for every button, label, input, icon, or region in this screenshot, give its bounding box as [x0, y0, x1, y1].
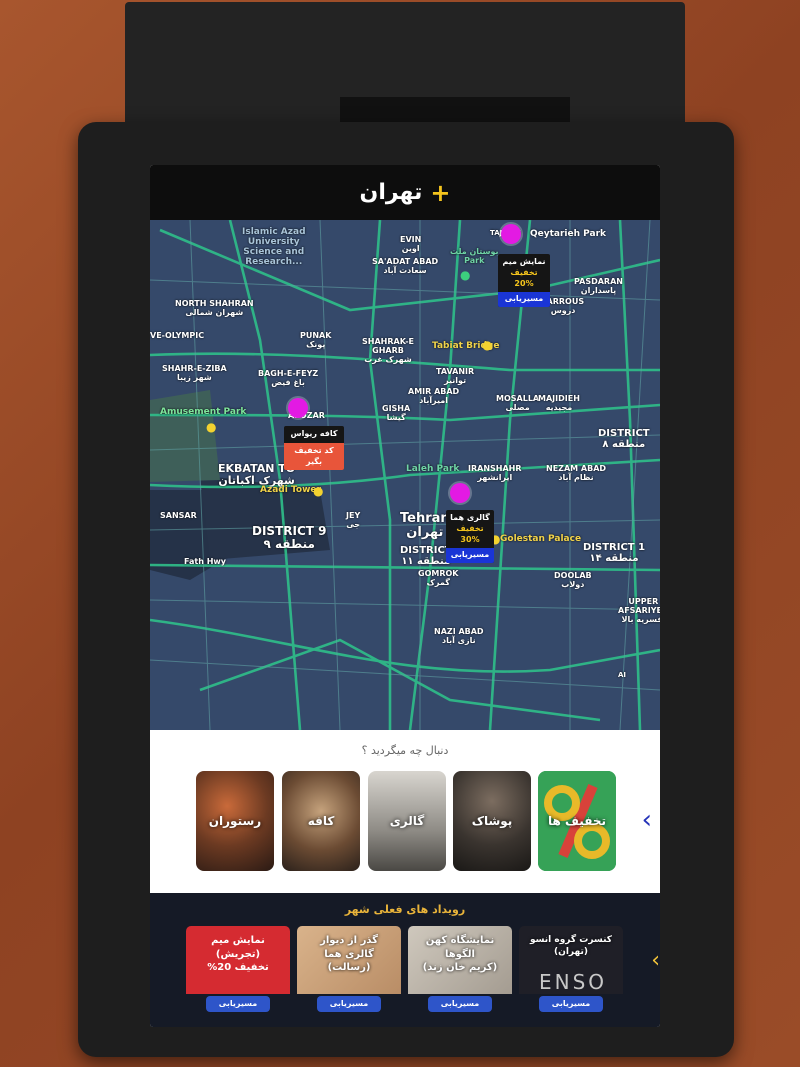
category-label: گالری — [389, 814, 425, 828]
event-title: نمایشگاه کهن الگوها (کریم خان زند) — [422, 935, 498, 973]
poi-title: نمایش میم — [502, 257, 546, 266]
poi-card-cafe-rivas[interactable]: کافه ریواس کد تخفیف بگیر — [284, 426, 344, 471]
event-title: گذر از دیوار گالری هما (رسالت) — [320, 935, 378, 973]
event-title: کنسرت گروه انسو (تهران) — [530, 935, 612, 958]
event-route-button[interactable]: مسیریابی — [317, 996, 381, 1012]
event-title: نمایش میم (تجریش) تخفیف 20% — [207, 935, 269, 973]
poi-card-gallery-homa[interactable]: گالری هما تخفیف 30% مسیریابی — [446, 510, 494, 564]
event-card[interactable]: نمایش میم (تجریش) تخفیف 20% مسیریابی — [186, 926, 290, 1014]
search-prompt: دنبال چه میگردید ؟ — [361, 744, 449, 757]
park-marker-icon[interactable]: ● — [460, 268, 470, 282]
category-restaurant[interactable]: رستوران — [196, 771, 274, 871]
event-card[interactable]: کنسرت گروه انسو (تهران) ENSO مسیریابی — [519, 926, 623, 1014]
city-map[interactable]: EVINاوین SA'ADAT ABADسعادت آباد TAJRISH … — [150, 220, 660, 730]
category-gallery[interactable]: گالری — [368, 771, 446, 871]
category-label: رستوران — [208, 814, 262, 828]
plus-icon[interactable]: + — [430, 179, 450, 207]
event-route-button[interactable]: مسیریابی — [428, 996, 492, 1012]
amusement-marker-icon[interactable]: ● — [206, 420, 216, 434]
chevron-left-icon[interactable]: ‹ — [642, 805, 652, 835]
category-label: کافه — [307, 814, 335, 828]
poi-route-button[interactable]: مسیریابی — [498, 292, 550, 308]
tabiat-marker-icon[interactable]: ● — [482, 338, 492, 352]
poi-discount-code-button[interactable]: کد تخفیف بگیر — [284, 442, 344, 471]
poi-discount: تخفیف 30% — [456, 523, 484, 544]
poi-title: گالری هما — [450, 513, 490, 522]
device-stand — [125, 2, 685, 132]
poi-route-button[interactable]: مسیریابی — [446, 548, 494, 564]
poi-discount: تخفیف 20% — [510, 267, 538, 288]
poi-pin-icon[interactable] — [450, 483, 470, 503]
events-panel: رویداد های فعلی شهر نمایش میم (تجریش) تخ… — [150, 893, 660, 1027]
category-label: پوشاک — [471, 814, 513, 828]
city-title[interactable]: تهران — [360, 180, 423, 205]
category-clothing[interactable]: پوشاک — [453, 771, 531, 871]
poi-pin-icon[interactable] — [288, 398, 308, 418]
poi-card-namayesh-mim[interactable]: نمایش میم تخفیف 20% مسیریابی — [498, 254, 550, 308]
azadi-marker-icon[interactable]: ● — [313, 484, 323, 498]
enso-logo: ENSO — [538, 970, 608, 994]
category-cafe[interactable]: کافه — [282, 771, 360, 871]
category-label: تخفیف ها — [548, 814, 606, 828]
event-route-button[interactable]: مسیریابی — [539, 996, 603, 1012]
events-title: رویداد های فعلی شهر — [344, 903, 466, 916]
category-row: رستوران کافه گالری پوشاک تخفیف ها ‹ — [150, 771, 660, 881]
app-header: تهران + — [150, 165, 660, 220]
event-route-button[interactable]: مسیریابی — [206, 996, 270, 1012]
poi-pin-icon[interactable] — [501, 224, 521, 244]
category-discounts[interactable]: تخفیف ها — [538, 771, 616, 871]
poi-title: کافه ریواس — [290, 429, 338, 438]
chevron-left-icon[interactable]: ‹ — [651, 948, 660, 973]
kiosk-screen: تهران + EVIN اوین SA'ADAT ABAD سعادت آبا… — [150, 165, 660, 1027]
event-card[interactable]: نمایشگاه کهن الگوها (کریم خان زند) مسیری… — [408, 926, 512, 1014]
event-card[interactable]: گذر از دیوار گالری هما (رسالت) مسیریابی — [297, 926, 401, 1014]
